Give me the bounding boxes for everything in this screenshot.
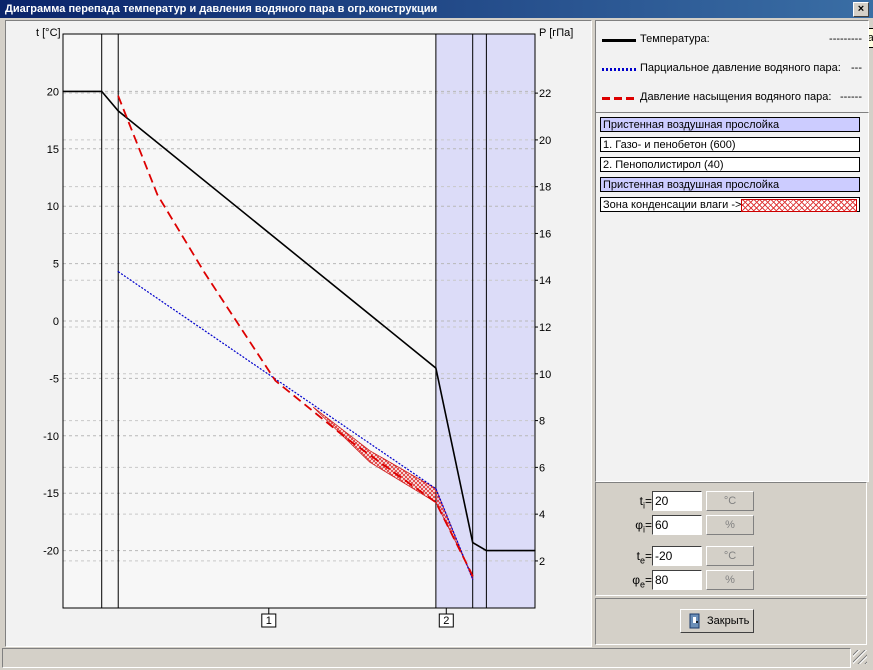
layers-panel: Пристенная воздушная прослойка 1. Газо- … [595,112,869,482]
resize-grip[interactable] [853,650,867,664]
left-tick-label: -20 [43,546,59,558]
series-point [485,550,487,552]
unit-button: % [706,570,754,590]
left-tick-label: 0 [53,316,59,328]
series-point [435,488,437,490]
param-label: φe= [632,573,652,590]
legend-dash: --------- [829,33,862,45]
legend-dash: ------ [840,91,862,103]
close-button-label: Закрыть [707,615,750,627]
series-point [117,271,119,273]
right-tick-label: 14 [539,275,551,287]
legend-item-partial-pressure: Парциальное давление водяного пара: --- [602,62,864,76]
layer-label: 2. Пенополистирол (40) [603,159,724,171]
close-button[interactable]: Закрыть [680,609,754,633]
legend-swatch-saturation [602,97,636,100]
legend-panel: Температура: --------- Парциальное давле… [595,20,869,114]
exit-door-icon [689,613,700,629]
window-title: Диаграмма перепада температур и давления… [5,3,438,15]
series-point [435,367,437,369]
param-row-phie: φe= 80 % [596,570,866,590]
status-bar [2,648,851,668]
button-panel: Закрыть [595,598,867,645]
right-tick-label: 12 [539,322,551,334]
param-row-te: te= -20 °C [596,546,866,566]
series-point [472,578,474,580]
right-tick-label: 2 [539,556,545,568]
right-tick-label: 22 [539,88,551,100]
ti-input[interactable]: 20 [652,491,702,511]
left-tick-label: -15 [43,488,59,500]
series-point [534,550,536,552]
legend-swatch-partial [602,68,636,71]
layer-item-aerated-concrete[interactable]: 1. Газо- и пенобетон (600) [600,137,860,152]
layer-label: 1. Газо- и пенобетон (600) [603,139,736,151]
condensation-swatch [741,199,857,212]
legend-item-temperature: Температура: --------- [602,33,864,47]
window-titlebar: Диаграмма перепада температур и давления… [0,0,873,18]
series-point [274,380,276,382]
right-tick-label: 10 [539,369,551,381]
series-point [435,501,437,503]
left-tick-label: -5 [49,373,59,385]
series-point [101,90,103,92]
te-input[interactable]: -20 [652,546,702,566]
right-tick-label: 4 [539,509,545,521]
temperature-pressure-chart: t [°C]20151050-5-10-15-20P [гПа]22201816… [36,27,573,628]
series-point [472,541,474,544]
layer-label: Пристенная воздушная прослойка [603,119,780,131]
right-tick-label: 18 [539,182,551,194]
param-row-phii: φi= 60 % [596,515,866,535]
layer-item-condensation-zone: Зона конденсации влаги -> [600,197,860,212]
layer-marker-label: 2 [443,615,449,627]
param-label: φi= [635,518,652,535]
series-point [117,110,119,112]
layer-item-inner-air[interactable]: Пристенная воздушная прослойка [600,117,860,132]
series-point [472,575,474,577]
series-point [345,437,347,439]
param-label: ti= [639,494,652,511]
series-point [204,272,206,274]
layer-label: Пристенная воздушная прослойка [603,179,780,191]
legend-swatch-temperature [602,39,636,42]
left-tick-label: 20 [47,86,59,98]
right-tick-label: 6 [539,462,545,474]
param-row-ti: ti= 20 °C [596,491,866,511]
unit-button: °C [706,491,754,511]
close-icon[interactable]: × [853,2,869,17]
parameters-panel: ti= 20 °C φi= 60 % te= -20 °C φe= 80 % [595,482,867,596]
layer-item-polystyrene[interactable]: 2. Пенополистирол (40) [600,157,860,172]
param-label: te= [636,549,652,566]
right-tick-label: 16 [539,228,551,240]
left-tick-label: 10 [47,201,59,213]
left-tick-label: -10 [43,431,59,443]
layer-item-outer-air[interactable]: Пристенная воздушная прослойка [600,177,860,192]
legend-dash: --- [851,62,862,74]
legend-label: Температура: [640,33,710,45]
left-axis-label: t [°C] [36,27,61,39]
unit-button: % [706,515,754,535]
layer-label: Зона конденсации влаги -> [603,199,742,211]
layer-marker-label: 1 [266,615,272,627]
phii-input[interactable]: 60 [652,515,702,535]
phie-input[interactable]: 80 [652,570,702,590]
series-point [117,95,119,97]
unit-button: °C [706,546,754,566]
right-axis-label: P [гПа] [539,27,573,39]
series-point [156,194,158,196]
left-tick-label: 15 [47,144,59,156]
right-tick-label: 20 [539,135,551,147]
legend-label: Парциальное давление водяного пара: [640,62,841,74]
right-tick-label: 8 [539,416,545,428]
legend-label: Давление насыщения водяного пара: [640,91,832,103]
chart-panel: t [°C] 20 15 10 5 0 -5 -10 -15 -20 P [гПа] 22 20 18 16… [5,20,592,647]
legend-item-saturation-pressure: Давление насыщения водяного пара: ------ [602,91,864,105]
series-point [62,90,64,92]
left-tick-label: 5 [53,259,59,271]
